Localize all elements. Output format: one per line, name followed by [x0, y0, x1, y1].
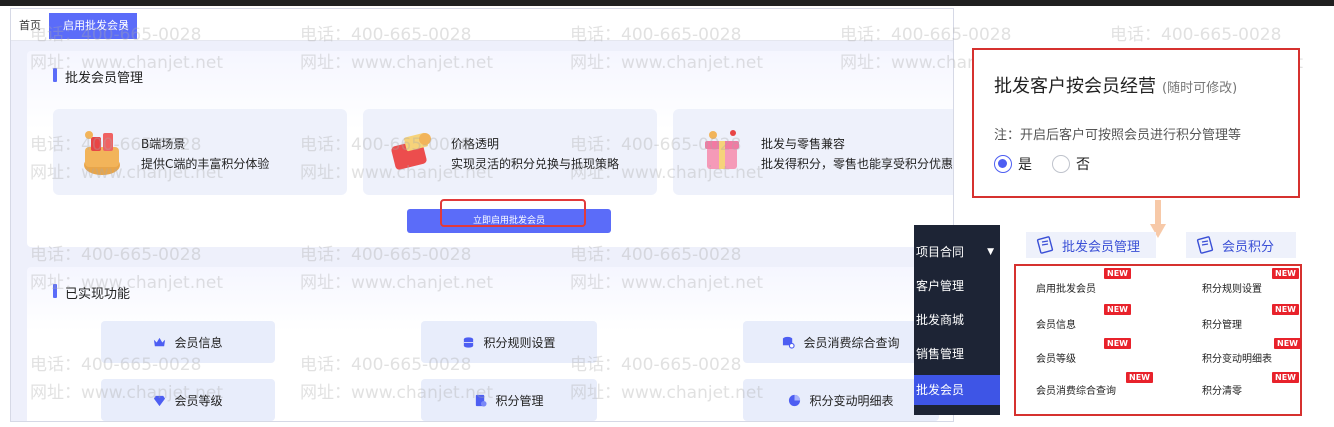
yes-no-radio-group: 是 否 [994, 154, 1090, 174]
feature-desc: 批发得积分，零售也能享受积分优惠 [761, 157, 954, 171]
feature-card-b-scene: B端场景 提供C端的丰富积分体验 [53, 109, 347, 195]
new-badge: NEW [1126, 372, 1153, 383]
setting-title: 批发客户按会员经营 (随时可修改) [994, 72, 1237, 98]
menu-item-points-detail[interactable]: 积分变动明细表 [1202, 350, 1272, 365]
tab-label: 启用批发会员 [63, 19, 129, 32]
database-search-icon [783, 336, 796, 349]
button-label: 会员等级 [174, 393, 223, 408]
member-level-button[interactable]: 会员等级 [101, 379, 275, 421]
nav-item-sales-management[interactable]: 销售管理 [914, 339, 1000, 369]
top-strip [0, 0, 1334, 6]
close-icon[interactable]: × [121, 13, 129, 39]
new-menu-items-box: 启用批发会员 NEW 会员信息 NEW 会员等级 NEW 会员消费综合查询 NE… [1014, 264, 1302, 416]
button-label: 会员信息 [174, 335, 223, 350]
enable-button-highlight [440, 199, 586, 227]
tab-home[interactable]: 首页 [15, 13, 45, 39]
section-title-implemented: 已实现功能 [53, 283, 130, 302]
button-label: 积分变动明细表 [809, 393, 894, 408]
menu-item-consumption-query[interactable]: 会员消费综合查询 [1036, 382, 1116, 397]
document-coin-icon [476, 394, 488, 407]
chevron-down-icon: ▼ [987, 247, 994, 257]
notebook-icon [1036, 236, 1054, 254]
gift-box-icon [705, 130, 739, 169]
new-badge: NEW [1272, 304, 1299, 315]
button-label: 积分规则设置 [483, 335, 556, 350]
feature-desc: 实现灵活的积分兑换与抵现策略 [451, 157, 620, 171]
new-badge: NEW [1104, 268, 1131, 279]
side-nav-menu: 项目合同 ▼ 客户管理 批发商城 销售管理 批发会员 [914, 225, 1000, 415]
menu-item-member-level[interactable]: 会员等级 [1036, 350, 1076, 365]
pie-chart-icon [789, 394, 801, 406]
watermark-phone: 电话：400-665-0028 [1110, 25, 1282, 45]
button-label: 积分管理 [495, 393, 544, 408]
notebook-icon [1196, 236, 1214, 254]
nav-item-customer-management[interactable]: 客户管理 [914, 271, 1000, 301]
diamond-icon [154, 395, 166, 406]
radio-yes[interactable] [994, 155, 1012, 173]
nav-item-wholesale-member[interactable]: 批发会员 [914, 375, 1000, 405]
tab-bar: 首页 启用批发会员 × [11, 9, 953, 41]
menu-item-points-rule[interactable]: 积分规则设置 [1202, 280, 1262, 295]
crown-icon [154, 337, 166, 346]
screenshot-canvas: 首页 启用批发会员 × 批发会员管理 B端场景 提供C端的丰富积分体验 价格透明… [0, 0, 1334, 427]
points-management-button[interactable]: 积分管理 [421, 379, 597, 421]
menu-item-points-management[interactable]: 积分管理 [1202, 316, 1242, 331]
feature-card-transparent-price: 价格透明 实现灵活的积分兑换与抵现策略 [363, 109, 657, 195]
nav-item-wholesale-mall[interactable]: 批发商城 [914, 305, 1000, 335]
tab-enable-wholesale-member[interactable]: 启用批发会员 × [49, 13, 137, 39]
radio-no-label: 否 [1076, 157, 1090, 173]
consumption-query-button[interactable]: 会员消费综合查询 [743, 321, 939, 363]
category-member-points: 会员积分 [1186, 232, 1296, 258]
menu-item-enable-wholesale-member[interactable]: 启用批发会员 [1036, 280, 1096, 295]
feature-title: B端场景 [141, 137, 186, 151]
radio-no[interactable] [1052, 155, 1070, 173]
category-wholesale-member-management: 批发会员管理 [1026, 232, 1156, 258]
setting-note: 注：开启后客户可按照会员进行积分管理等 [994, 128, 1242, 143]
new-badge: NEW [1104, 338, 1131, 349]
new-badge: NEW [1272, 268, 1299, 279]
implemented-features-card: 已实现功能 会员信息 积分规则设置 会员消费综合查询 会员等级 积分管理 积分变… [27, 267, 953, 421]
feature-title: 批发与零售兼容 [761, 137, 846, 151]
wallet-coin-icon [391, 132, 431, 170]
new-badge: NEW [1272, 372, 1299, 383]
new-badge: NEW [1104, 304, 1131, 315]
category-label: 会员积分 [1222, 239, 1275, 255]
button-label: 会员消费综合查询 [803, 335, 900, 350]
section-title-wholesale-member: 批发会员管理 [53, 67, 143, 86]
points-rule-button[interactable]: 积分规则设置 [421, 321, 597, 363]
menu-item-member-info[interactable]: 会员信息 [1036, 316, 1076, 331]
radio-yes-label: 是 [1018, 157, 1032, 173]
new-badge: NEW [1274, 338, 1301, 349]
nav-item-project-contract[interactable]: 项目合同 ▼ [914, 237, 1000, 267]
coin-stack-icon [464, 336, 474, 348]
setting-hint: (随时可修改) [1162, 81, 1238, 96]
member-info-button[interactable]: 会员信息 [101, 321, 275, 363]
category-label: 批发会员管理 [1062, 239, 1141, 255]
feature-card-wholesale-retail: 批发与零售兼容 批发得积分，零售也能享受积分优惠 [673, 109, 954, 195]
basket-gift-icon [84, 131, 120, 175]
feature-desc: 提供C端的丰富积分体验 [141, 157, 270, 171]
points-detail-report-button[interactable]: 积分变动明细表 [743, 379, 939, 421]
feature-title: 价格透明 [451, 137, 500, 151]
menu-item-points-clear[interactable]: 积分清零 [1202, 382, 1242, 397]
setting-title-text: 批发客户按会员经营 [994, 76, 1156, 97]
nav-label: 项目合同 [916, 245, 965, 259]
wholesale-member-setting-panel: 批发客户按会员经营 (随时可修改) 注：开启后客户可按照会员进行积分管理等 是 否 [972, 48, 1300, 198]
